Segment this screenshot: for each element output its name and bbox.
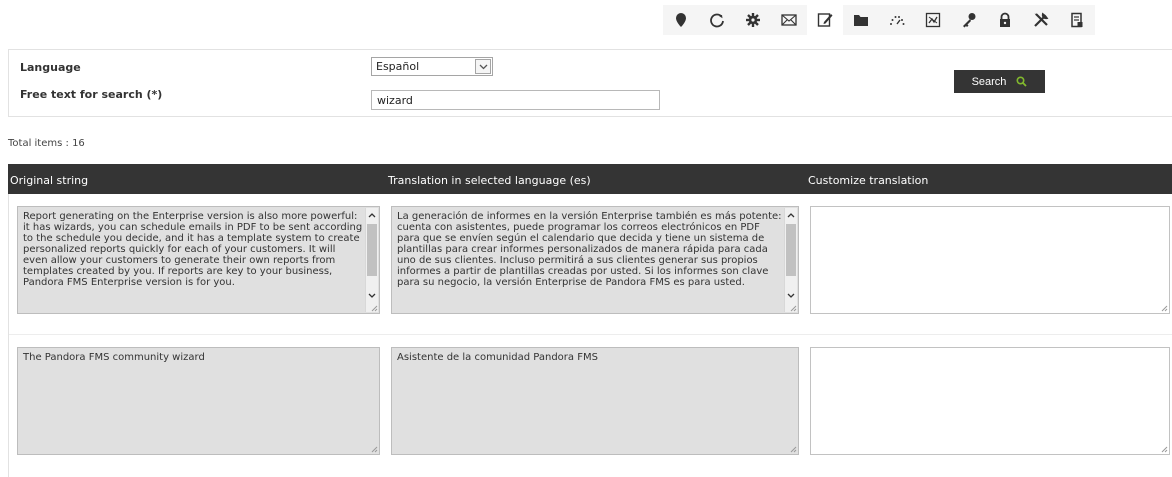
- table-body: Report generating on the Enterprise vers…: [8, 194, 1172, 477]
- search-panel: Language Free text for search (*) Españo…: [8, 49, 1172, 117]
- language-select[interactable]: Español: [371, 57, 493, 76]
- scroll-up-icon[interactable]: [366, 208, 378, 222]
- free-text-search-input[interactable]: [371, 90, 660, 110]
- chart-icon[interactable]: [915, 5, 951, 35]
- translation-text: La generación de informes en la versión …: [397, 211, 782, 288]
- column-header-customize: Customize translation: [808, 174, 929, 187]
- search-button[interactable]: Search: [954, 70, 1045, 93]
- scrollbar-thumb[interactable]: [786, 224, 796, 276]
- resize-handle-icon[interactable]: [789, 445, 797, 453]
- customize-translation-textarea[interactable]: [810, 347, 1170, 455]
- column-header-original: Original string: [10, 174, 89, 187]
- resize-handle-icon[interactable]: [1160, 304, 1168, 312]
- lock-icon[interactable]: [987, 5, 1023, 35]
- gear-icon[interactable]: [735, 5, 771, 35]
- key-icon[interactable]: [951, 5, 987, 35]
- table-row: Report generating on the Enterprise vers…: [9, 194, 1172, 335]
- column-header-translation: Translation in selected language (es): [388, 174, 591, 187]
- scroll-down-icon[interactable]: [366, 288, 378, 302]
- free-text-label: Free text for search (*): [20, 88, 163, 101]
- translation-textarea[interactable]: Asistente de la comunidad Pandora FMS: [391, 347, 799, 455]
- translation-text: Asistente de la comunidad Pandora FMS: [397, 352, 598, 363]
- language-select-value: Español: [376, 60, 420, 73]
- top-toolbar: [663, 5, 1095, 35]
- original-string-textarea[interactable]: Report generating on the Enterprise vers…: [17, 206, 380, 314]
- resize-handle-icon[interactable]: [370, 445, 378, 453]
- refresh-icon[interactable]: [699, 5, 735, 35]
- scroll-up-icon[interactable]: [785, 208, 797, 222]
- scrollbar-thumb[interactable]: [367, 224, 377, 276]
- map-marker-icon[interactable]: [663, 5, 699, 35]
- scrollbar[interactable]: [784, 208, 797, 312]
- resize-handle-icon[interactable]: [789, 304, 797, 312]
- scrollbar[interactable]: [365, 208, 378, 312]
- total-items: Total items : 16: [8, 138, 85, 149]
- original-string-text: Report generating on the Enterprise vers…: [23, 211, 363, 288]
- search-button-label: Search: [971, 75, 1007, 88]
- table-row: The Pandora FMS community wizard Asisten…: [9, 335, 1172, 477]
- scroll-down-icon[interactable]: [785, 288, 797, 302]
- edit-note-icon[interactable]: [807, 5, 843, 35]
- search-icon: [1016, 76, 1028, 87]
- gauge-icon[interactable]: [879, 5, 915, 35]
- original-string-textarea[interactable]: The Pandora FMS community wizard: [17, 347, 380, 455]
- table-header: Original string Translation in selected …: [8, 164, 1172, 194]
- folder-icon[interactable]: [843, 5, 879, 35]
- resize-handle-icon[interactable]: [370, 304, 378, 312]
- clipboard-icon[interactable]: [1059, 5, 1095, 35]
- tools-icon[interactable]: [1023, 5, 1059, 35]
- translation-textarea[interactable]: La generación de informes en la versión …: [391, 206, 799, 314]
- customize-translation-textarea[interactable]: [810, 206, 1170, 314]
- resize-handle-icon[interactable]: [1160, 445, 1168, 453]
- language-label: Language: [20, 61, 81, 74]
- envelope-icon[interactable]: [771, 5, 807, 35]
- original-string-text: The Pandora FMS community wizard: [23, 352, 205, 363]
- chevron-down-icon[interactable]: [475, 59, 491, 74]
